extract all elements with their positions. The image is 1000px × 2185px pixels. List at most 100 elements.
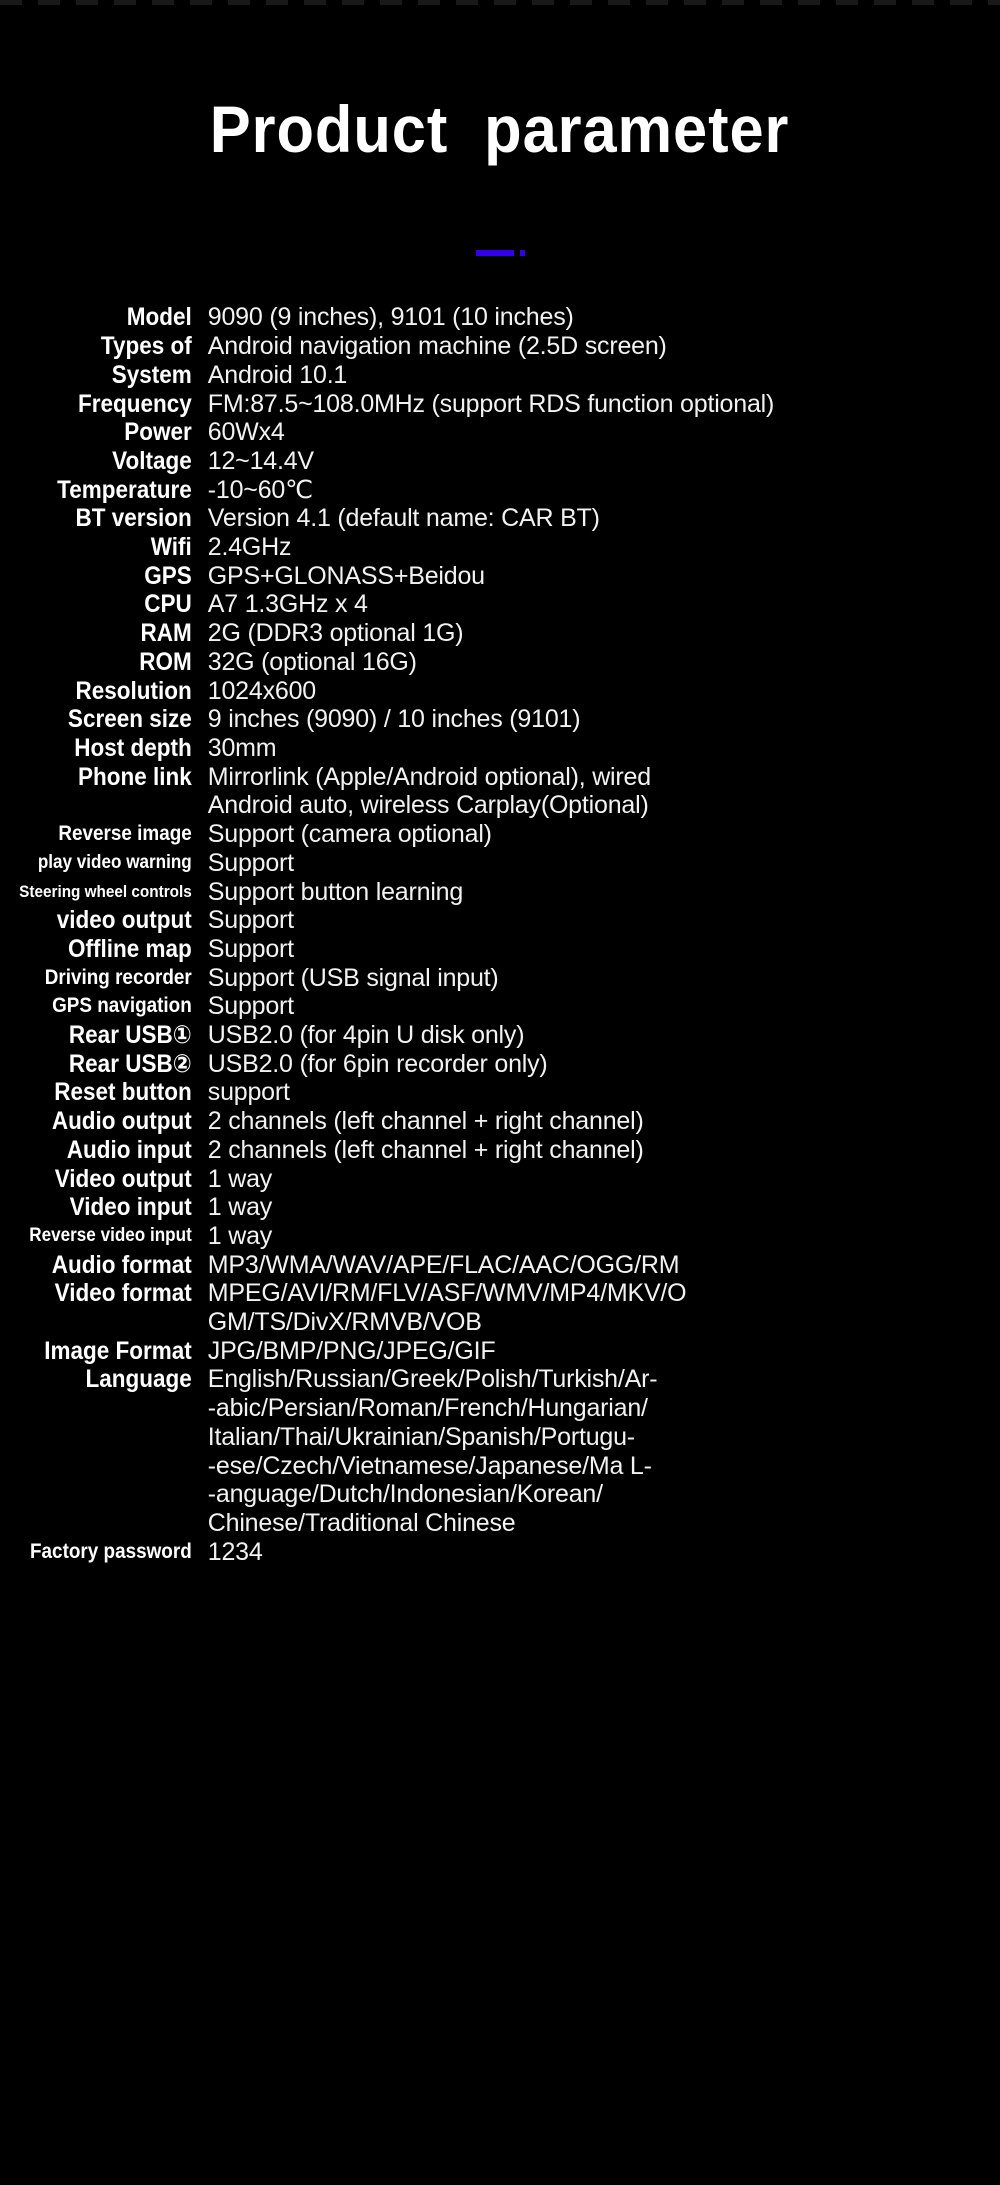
- spec-value: 1 way: [207, 1193, 273, 1222]
- spec-value: Android 10.1: [207, 360, 348, 389]
- spec-label: Driving recorder: [44, 965, 192, 989]
- table-row: BT version Version 4.1 (default name: CAR…: [0, 504, 1000, 533]
- table-row: Offline map Support: [0, 935, 1000, 964]
- table-row: play video warning Support: [0, 849, 1000, 878]
- spec-label: Offline map: [68, 934, 192, 963]
- table-row: Rear USB② USB2.0 (for 6pin recorder only): [0, 1050, 1000, 1079]
- page-title: Product parameter: [210, 92, 790, 167]
- spec-label: Temperature: [57, 475, 192, 504]
- spec-label: Types of: [100, 332, 192, 361]
- spec-value: Support (USB signal input): [207, 963, 499, 992]
- spec-value: English/Russian/Greek/Polish/Turkish/Ar-…: [207, 1365, 658, 1537]
- spec-label: Video format: [54, 1279, 192, 1308]
- table-row: Power 60Wx4: [0, 418, 1000, 447]
- spec-label: Rear USB①: [68, 1021, 192, 1050]
- table-row: Model 9090 (9 inches), 9101 (10 inches): [0, 303, 1000, 332]
- spec-label: Image Format: [44, 1336, 192, 1365]
- spec-value: MP3/WMA/WAV/APE/FLAC/AAC/OGG/RM: [207, 1250, 680, 1279]
- table-row: Reset button support: [0, 1078, 1000, 1107]
- spec-value: Support: [207, 906, 294, 935]
- spec-label: Resolution: [75, 676, 192, 705]
- spec-label: Video output: [54, 1164, 192, 1193]
- spec-label: Video input: [69, 1193, 192, 1222]
- spec-label: Factory password: [30, 1539, 192, 1563]
- spec-label: Language: [85, 1365, 192, 1394]
- divider-bar-icon: [475, 250, 514, 257]
- spec-label: Frequency: [77, 389, 192, 418]
- table-row: Factory password 1234: [0, 1538, 1000, 1567]
- spec-value: 9090 (9 inches), 9101 (10 inches): [207, 303, 574, 332]
- spec-value: Support (camera optional): [207, 820, 492, 849]
- title-divider: [0, 244, 1000, 257]
- spec-value: Support button learning: [207, 877, 464, 906]
- spec-value: 1 way: [207, 1164, 273, 1193]
- table-row: Reverse image Support (camera optional): [0, 820, 1000, 849]
- table-row: Reverse video input 1 way: [0, 1222, 1000, 1251]
- spec-label: Screen size: [67, 705, 192, 734]
- table-row: Audio input 2 channels (left channel + ri…: [0, 1136, 1000, 1165]
- table-row: Wifi 2.4GHz: [0, 533, 1000, 562]
- table-row: GPS navigation Support: [0, 992, 1000, 1021]
- spec-value: Support: [207, 934, 294, 963]
- table-row: RAM 2G (DDR3 optional 1G): [0, 619, 1000, 648]
- table-row: Resolution 1024x600: [0, 677, 1000, 706]
- table-row: Types of Android navigation machine (2.5D…: [0, 332, 1000, 361]
- table-row: Audio output 2 channels (left channel + r…: [0, 1107, 1000, 1136]
- table-row: GPS GPS+GLONASS+Beidou: [0, 562, 1000, 591]
- spec-label: Model: [126, 303, 192, 332]
- spec-value: 2.4GHz: [207, 533, 292, 562]
- specification-table-body: Model 9090 (9 inches), 9101 (10 inches) Ty…: [0, 303, 1000, 1566]
- divider-dot-icon: [519, 250, 525, 257]
- table-row: Temperature -10~60℃: [0, 476, 1000, 505]
- spec-label: Steering wheel controls: [19, 881, 192, 901]
- spec-label: Wifi: [150, 533, 192, 562]
- spec-label: video output: [56, 906, 192, 935]
- table-row: System Android 10.1: [0, 361, 1000, 390]
- spec-value: -10~60℃: [207, 475, 313, 504]
- spec-value: 1024x600: [207, 676, 316, 705]
- table-row: Audio format MP3/WMA/WAV/APE/FLAC/AAC/OGG…: [0, 1251, 1000, 1280]
- table-row: Image Format JPG/BMP/PNG/JPEG/GIF: [0, 1337, 1000, 1366]
- table-row: Frequency FM:87.5~108.0MHz (support RDS f…: [0, 390, 1000, 419]
- table-row: Video format MPEG/AVI/RM/FLV/ASF/WMV/MP4/…: [0, 1279, 1000, 1336]
- spec-value: 30mm: [207, 733, 277, 762]
- spec-value: 1 way: [207, 1221, 273, 1250]
- table-row: CPU A7 1.3GHz x 4: [0, 590, 1000, 619]
- spec-value: support: [207, 1078, 290, 1107]
- table-row: Screen size 9 inches (9090) / 10 inches (…: [0, 705, 1000, 734]
- spec-value: 12~14.4V: [207, 446, 314, 475]
- table-row: Language English/Russian/Greek/Polish/Tur…: [0, 1365, 1000, 1537]
- spec-label: play video warning: [37, 851, 192, 873]
- spec-label: GPS: [144, 561, 192, 590]
- spec-label: Reverse video input: [29, 1224, 192, 1246]
- spec-value: Support: [207, 992, 294, 1021]
- spec-value: Mirrorlink (Apple/Android optional), wir…: [207, 762, 651, 820]
- spec-value: Support: [207, 848, 294, 877]
- table-row: Rear USB① USB2.0 (for 4pin U disk only): [0, 1021, 1000, 1050]
- spec-value: 32G (optional 16G): [207, 647, 417, 676]
- table-row: Voltage 12~14.4V: [0, 447, 1000, 476]
- spec-label: System: [111, 360, 192, 389]
- page-header: Product parameter: [0, 0, 1000, 206]
- table-row: Driving recorder Support (USB signal inpu…: [0, 964, 1000, 993]
- spec-label: Audio output: [51, 1107, 192, 1136]
- table-row: Steering wheel controls Support button le…: [0, 878, 1000, 907]
- spec-label: Audio format: [51, 1250, 192, 1279]
- spec-value: 2 channels (left channel + right channel…: [207, 1135, 644, 1164]
- spec-value: FM:87.5~108.0MHz (support RDS function o…: [207, 389, 775, 418]
- spec-value: 2 channels (left channel + right channel…: [207, 1107, 644, 1136]
- spec-value: USB2.0 (for 4pin U disk only): [207, 1021, 525, 1050]
- spec-value: 9 inches (9090) / 10 inches (9101): [207, 705, 581, 734]
- spec-value: 60Wx4: [207, 418, 285, 447]
- spec-value: GPS+GLONASS+Beidou: [207, 561, 485, 590]
- table-row: Video input 1 way: [0, 1193, 1000, 1222]
- spec-value: USB2.0 (for 6pin recorder only): [207, 1049, 548, 1078]
- spec-label: Host depth: [74, 733, 192, 762]
- spec-label: RAM: [140, 619, 192, 648]
- specification-table: Model 9090 (9 inches), 9101 (10 inches) Ty…: [0, 303, 1000, 1566]
- spec-label: BT version: [75, 504, 192, 533]
- spec-label: Reverse image: [58, 822, 192, 846]
- table-row: ROM 32G (optional 16G): [0, 648, 1000, 677]
- spec-value: 2G (DDR3 optional 1G): [207, 619, 464, 648]
- spec-value: MPEG/AVI/RM/FLV/ASF/WMV/MP4/MKV/O GM/TS/…: [207, 1279, 687, 1337]
